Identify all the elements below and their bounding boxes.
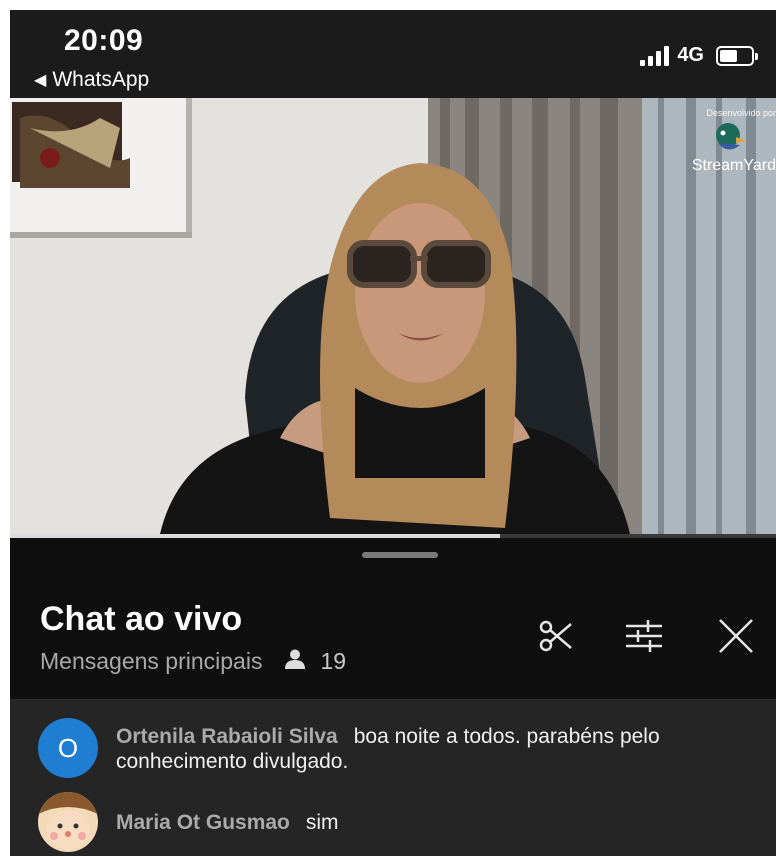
clip-button[interactable] xyxy=(536,616,576,656)
duck-logo-icon xyxy=(692,121,746,155)
watermark-caption: Desenvolvido por xyxy=(706,108,776,118)
message-body: Maria Ot Gusmao sim xyxy=(116,792,756,852)
network-type: 4G xyxy=(677,44,704,66)
signal-icon xyxy=(640,45,670,66)
video-player[interactable]: Desenvolvido por StreamYard xyxy=(10,98,776,534)
clock: 20:09 xyxy=(64,24,144,57)
message-author[interactable]: Ortenila Rabaioli Silva xyxy=(116,725,338,748)
drag-handle[interactable] xyxy=(362,552,438,558)
back-app-label: WhatsApp xyxy=(52,68,150,91)
chat-message-list[interactable]: O Ortenila Rabaioli Silva boa noite a tod… xyxy=(10,700,776,856)
chat-subtitle-row[interactable]: Mensagens principais 19 xyxy=(40,648,346,675)
back-to-app-link[interactable]: ◀ WhatsApp xyxy=(34,68,149,92)
avatar[interactable] xyxy=(38,792,98,852)
face xyxy=(355,203,485,383)
video-frame xyxy=(10,98,776,534)
watermark-brand: StreamYard xyxy=(691,157,776,174)
close-icon xyxy=(719,619,753,653)
filter-settings-button[interactable] xyxy=(624,616,664,656)
cartoon-face-icon xyxy=(38,792,98,852)
chat-message: Maria Ot Gusmao sim xyxy=(38,792,756,852)
chat-message: O Ortenila Rabaioli Silva boa noite a tod… xyxy=(38,718,756,778)
avatar[interactable]: O xyxy=(38,718,98,778)
phone-screen: 20:09 ◀ WhatsApp 4G Desenvolvido por Str… xyxy=(10,10,776,856)
message-body: Ortenila Rabaioli Silva boa noite a todos… xyxy=(116,718,756,778)
message-author[interactable]: Maria Ot Gusmao xyxy=(116,811,290,834)
scissors-icon xyxy=(539,620,572,652)
chat-mode-label: Mensagens principais xyxy=(40,648,263,674)
system-icons: 4G xyxy=(640,44,758,67)
back-triangle-icon: ◀ xyxy=(34,72,47,89)
chat-title: Chat ao vivo xyxy=(40,600,243,638)
status-bar: 20:09 ◀ WhatsApp 4G xyxy=(10,10,776,98)
close-chat-button[interactable] xyxy=(716,616,756,656)
battery-icon xyxy=(716,45,758,66)
sliders-icon xyxy=(626,620,662,652)
person-icon xyxy=(284,648,306,675)
viewer-count: 19 xyxy=(320,648,347,674)
message-text: sim xyxy=(305,811,339,834)
live-chat-panel: Chat ao vivo Mensagens principais 19 O O… xyxy=(10,538,776,856)
streamyard-watermark: Desenvolvido por StreamYard xyxy=(692,108,776,175)
